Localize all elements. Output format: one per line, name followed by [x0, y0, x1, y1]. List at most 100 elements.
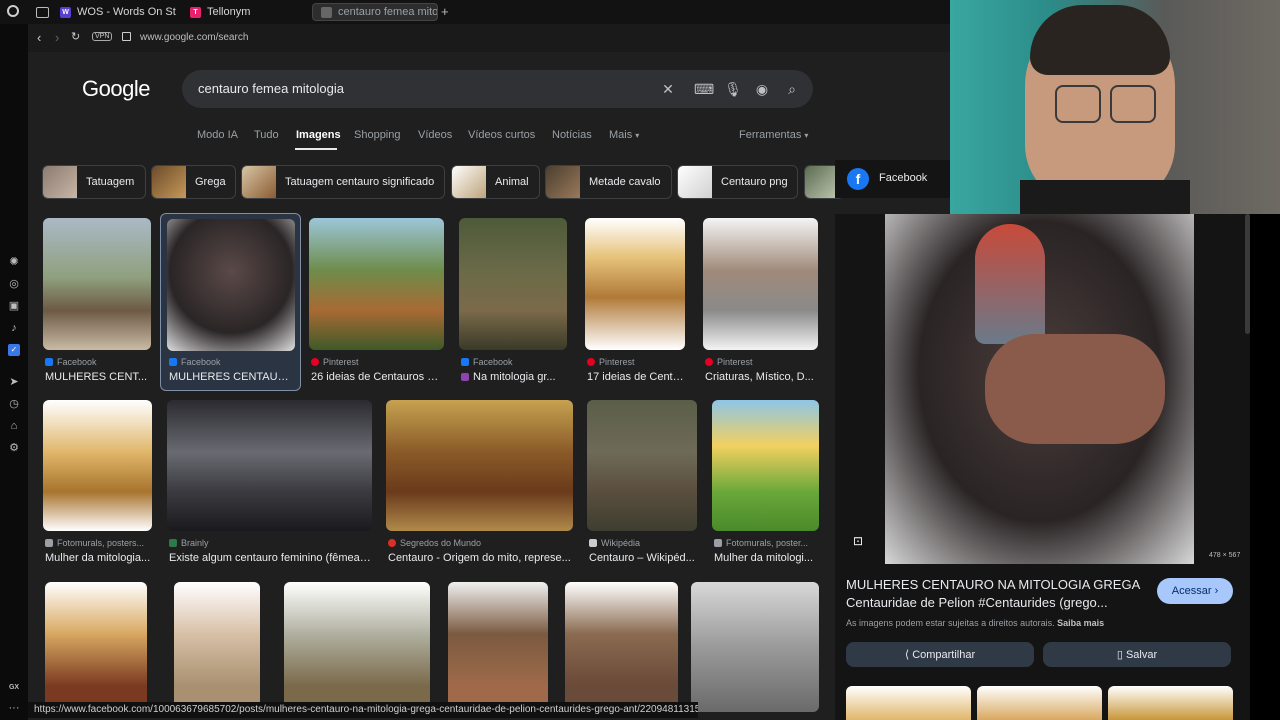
google-logo[interactable]: Google — [82, 76, 150, 102]
result-thumbnail[interactable] — [703, 218, 818, 350]
preview-image[interactable] — [885, 214, 1194, 564]
nav-videos[interactable]: Vídeos — [418, 129, 452, 141]
image-result-selected[interactable]: Facebook MULHERES CENTAUR... — [160, 213, 301, 391]
pin-icon[interactable]: ⌂ — [8, 420, 20, 432]
chip-animal[interactable]: Animal — [451, 165, 540, 199]
result-thumbnail[interactable] — [386, 400, 573, 531]
image-result[interactable] — [174, 582, 260, 712]
image-result[interactable]: Wikipédia Centauro – Wikipéd... — [587, 400, 699, 566]
nav-imagens[interactable]: Imagens — [296, 129, 341, 141]
more-icon[interactable]: ··· — [8, 702, 20, 714]
result-thumbnail[interactable] — [284, 582, 430, 712]
related-thumbnail[interactable] — [846, 686, 971, 720]
instagram-icon[interactable]: ▣ — [8, 300, 20, 312]
image-result[interactable]: Pinterest 26 ideias de Centauros p... — [309, 218, 445, 388]
whatsapp-icon[interactable]: ◎ — [8, 278, 20, 290]
result-title[interactable]: Existe algum centauro feminino (fêmea)..… — [169, 552, 371, 564]
image-result[interactable]: Facebook MULHERES CENT... — [43, 218, 151, 388]
image-result[interactable]: Fotomurals, posters... Mulher da mitolog… — [43, 400, 153, 566]
result-thumbnail[interactable] — [585, 218, 685, 350]
chatgpt-icon[interactable]: ✺ — [8, 256, 20, 268]
panel-source-label[interactable]: Facebook — [879, 172, 927, 184]
lens-icon[interactable]: ◉ — [753, 80, 771, 98]
history-icon[interactable]: ◷ — [8, 398, 20, 410]
panel-source-header[interactable]: f Facebook — [835, 160, 950, 198]
image-result[interactable]: Fotomurals, poster... Mulher da mitologi… — [712, 400, 820, 566]
extension-icon[interactable]: ✓ — [8, 344, 20, 356]
chip-metade-cavalo[interactable]: Metade cavalo — [545, 165, 672, 199]
clear-icon[interactable]: ✕ — [659, 80, 677, 98]
nav-tudo[interactable]: Tudo — [254, 129, 279, 141]
new-tab-icon[interactable]: + — [441, 4, 449, 19]
chip-centauro-png[interactable]: Centauro png — [677, 165, 798, 199]
result-thumbnail[interactable] — [691, 582, 819, 712]
save-button[interactable]: ▯ Salvar — [1043, 642, 1231, 667]
result-title[interactable]: Mulher da mitologi... — [714, 552, 818, 564]
settings-gear-icon[interactable]: ⚙ — [8, 442, 20, 454]
chip-tatuagem-centauro-significado[interactable]: Tatuagem centauro significado — [241, 165, 445, 199]
image-result[interactable]: Segredos do Mundo Centauro - Origem do m… — [386, 400, 574, 566]
tiktok-icon[interactable]: ♪ — [8, 322, 20, 334]
vpn-badge[interactable]: VPN — [92, 32, 113, 41]
result-thumbnail[interactable] — [309, 218, 444, 350]
result-title[interactable]: Mulher da mitologia... — [45, 552, 151, 564]
result-thumbnail[interactable] — [448, 582, 548, 712]
related-thumbnail[interactable] — [1108, 686, 1233, 720]
result-thumbnail[interactable] — [45, 582, 147, 712]
result-thumbnail[interactable] — [43, 218, 151, 350]
send-icon[interactable]: ➤ — [8, 376, 20, 388]
tab-tellonym[interactable]: T Tellonym — [182, 3, 302, 21]
image-result[interactable] — [284, 582, 430, 712]
share-button[interactable]: ⟨ Compartilhar — [846, 642, 1034, 667]
preview-title[interactable]: MULHERES CENTAURO NA MITOLOGIA GREGA Cen… — [846, 576, 1146, 612]
nav-noticias[interactable]: Notícias — [552, 129, 592, 141]
result-thumbnail[interactable] — [174, 582, 260, 712]
image-result[interactable] — [448, 582, 548, 712]
result-thumbnail[interactable] — [459, 218, 567, 350]
url-field[interactable]: www.google.com/search — [140, 32, 248, 43]
result-title[interactable]: Centauro - Origem do mito, represe... — [388, 552, 572, 564]
image-result[interactable]: Pinterest 17 ideias de Centa... — [585, 218, 685, 388]
result-title[interactable]: Na mitologia gr... — [461, 371, 565, 383]
lens-search-icon[interactable]: ⊡ — [853, 534, 867, 548]
tools-button[interactable]: Ferramentas ▾ — [739, 129, 808, 141]
result-title[interactable]: MULHERES CENTAUR... — [169, 371, 293, 383]
panel-scrollbar[interactable] — [1245, 214, 1250, 334]
nav-shopping[interactable]: Shopping — [354, 129, 401, 141]
result-title[interactable]: 26 ideias de Centauros p... — [311, 371, 441, 383]
search-icon[interactable]: ⌕ — [783, 80, 801, 98]
image-result[interactable] — [691, 582, 819, 712]
result-thumbnail[interactable] — [565, 582, 678, 712]
back-icon[interactable]: ‹ — [37, 30, 41, 45]
result-thumbnail[interactable] — [167, 219, 295, 351]
result-thumbnail[interactable] — [587, 400, 697, 531]
keyboard-icon[interactable]: ⌨ — [694, 80, 714, 98]
nav-modo-ia[interactable]: Modo IA — [197, 129, 238, 141]
result-thumbnail[interactable] — [712, 400, 819, 531]
opera-logo-icon[interactable] — [7, 5, 19, 17]
microphone-icon[interactable]: 🎙 — [724, 80, 742, 98]
search-input[interactable]: centauro femea mitologia — [198, 81, 344, 96]
reload-icon[interactable]: ↻ — [71, 30, 80, 43]
chip-grega[interactable]: Grega — [151, 165, 236, 199]
chip-tatuagem[interactable]: Tatuagem — [42, 165, 146, 199]
forward-icon[interactable]: › — [55, 30, 59, 45]
tab-google-search[interactable]: centauro femea mitologia — [312, 3, 438, 21]
learn-more-link[interactable]: Saiba mais — [1057, 618, 1104, 628]
result-title[interactable]: Criaturas, Místico, D... — [705, 371, 817, 383]
result-title[interactable]: MULHERES CENT... — [45, 371, 149, 383]
search-box[interactable]: centauro femea mitologia ✕ ⌨ 🎙 ◉ ⌕ — [182, 70, 813, 108]
visit-button[interactable]: Acessar › — [1157, 578, 1233, 604]
image-result[interactable]: Pinterest Criaturas, Místico, D... — [703, 218, 819, 388]
image-result[interactable] — [565, 582, 678, 712]
result-title[interactable]: 17 ideias de Centa... — [587, 371, 685, 383]
gx-logo-icon[interactable]: GX — [8, 682, 20, 694]
result-thumbnail[interactable] — [167, 400, 372, 531]
image-result[interactable]: Facebook Na mitologia gr... — [459, 218, 567, 388]
image-result[interactable]: Brainly Existe algum centauro feminino (… — [167, 400, 373, 566]
nav-mais[interactable]: Mais ▾ — [609, 129, 639, 141]
tab-wos[interactable]: W WOS - Words On Stream — [52, 3, 176, 21]
nav-videos-curtos[interactable]: Vídeos curtos — [468, 129, 535, 141]
workspaces-icon[interactable] — [36, 7, 49, 18]
result-title[interactable]: Centauro – Wikipéd... — [589, 552, 695, 564]
